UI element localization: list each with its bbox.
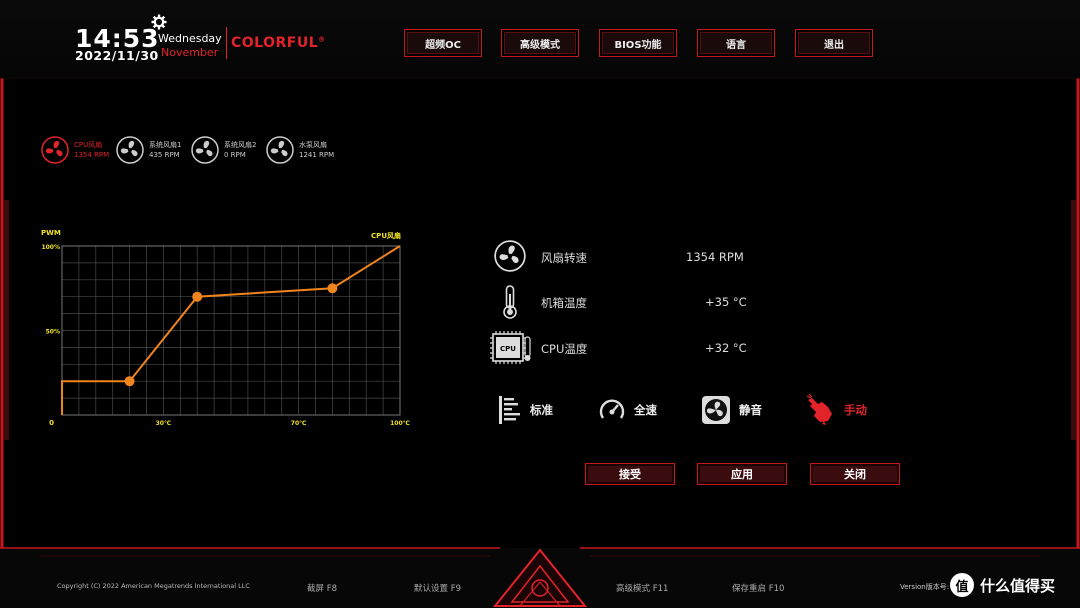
y-tick-label: 0 xyxy=(49,419,54,427)
info-cpu-temp: CPU CPU温度 +32 °C xyxy=(490,330,750,364)
case-temp-value: +35 °C xyxy=(705,295,747,309)
mode-manual[interactable]: 手动 xyxy=(806,393,867,427)
mode-label: 静音 xyxy=(739,403,762,417)
version-label: Version版本号: xyxy=(900,583,950,591)
y-axis-label: PWM xyxy=(41,229,61,237)
close-button[interactable]: 关闭 xyxy=(810,463,900,485)
watermark: 值 什么值得买 xyxy=(950,572,1055,598)
hotkey-defaults[interactable]: 默认设置 F9 xyxy=(414,582,461,594)
mode-label: 标准 xyxy=(530,403,553,417)
x-tick-label: 30℃ xyxy=(156,420,172,427)
hand-pointer-icon xyxy=(806,394,832,425)
nav-exit[interactable]: 退出 xyxy=(795,29,873,57)
info-case-temp: 机箱温度 +35 °C xyxy=(490,284,750,319)
nav-bios-features[interactable]: BIOS功能 xyxy=(599,29,677,57)
curve-control-point[interactable] xyxy=(327,283,338,294)
case-temp-label: 机箱温度 xyxy=(541,296,587,310)
hotkey-screenshot[interactable]: 截屏 F8 xyxy=(307,582,337,594)
mode-label: 手动 xyxy=(844,403,867,417)
nav-language[interactable]: 语言 xyxy=(697,29,775,57)
fan-icon xyxy=(494,240,526,272)
cpu-temp-value: +32 °C xyxy=(705,341,747,355)
fan-speed-value: 1354 RPM xyxy=(686,250,744,264)
fan-speed-label: 风扇转速 xyxy=(541,251,587,265)
mode-standard[interactable]: 标准 xyxy=(498,393,553,427)
chart-title: CPU风扇 xyxy=(371,231,401,240)
apply-button[interactable]: 应用 xyxy=(697,463,787,485)
fan-curve-chart[interactable]: PWM CPU风扇 50% 100% 0 30℃ 70℃ 100℃ xyxy=(0,0,460,440)
thermometer-icon xyxy=(503,285,517,319)
cpu-chip-label: CPU xyxy=(500,345,516,353)
mode-full-speed[interactable]: 全速 xyxy=(598,393,657,427)
cpu-chip-icon: CPU xyxy=(490,331,531,364)
hotkey-advanced[interactable]: 高级模式 F11 xyxy=(616,582,668,594)
mode-silent[interactable]: 静音 xyxy=(701,393,762,427)
watermark-logo: 值 xyxy=(950,573,974,597)
speedometer-icon xyxy=(599,399,625,419)
watermark-text: 什么值得买 xyxy=(980,576,1056,595)
y-tick-label: 100% xyxy=(41,244,60,251)
chart-grid xyxy=(61,245,401,416)
x-tick-label: 70℃ xyxy=(291,420,307,427)
info-fan-speed: 风扇转速 1354 RPM xyxy=(490,239,750,273)
hotkey-save-reboot[interactable]: 保存重启 F10 xyxy=(732,582,784,594)
nav-advanced-mode[interactable]: 高级模式 xyxy=(501,29,579,57)
bars-icon xyxy=(499,396,520,424)
copyright-text: Copyright (C) 2022 American Megatrends I… xyxy=(57,582,250,590)
x-tick-label: 100℃ xyxy=(390,420,410,427)
fan-box-icon xyxy=(702,396,730,424)
curve-control-point[interactable] xyxy=(124,376,135,387)
mode-label: 全速 xyxy=(634,403,657,417)
y-tick-label: 50% xyxy=(46,329,60,336)
curve-control-point[interactable] xyxy=(192,291,203,302)
cpu-temp-label: CPU温度 xyxy=(541,342,588,356)
accept-button[interactable]: 接受 xyxy=(585,463,675,485)
